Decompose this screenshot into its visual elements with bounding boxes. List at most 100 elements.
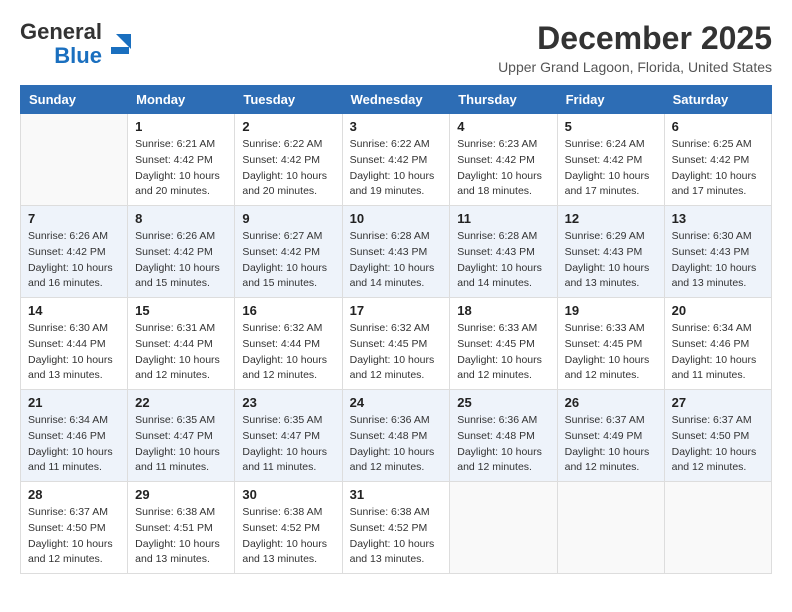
- day-number: 29: [135, 487, 227, 502]
- calendar-cell: 5 Sunrise: 6:24 AMSunset: 4:42 PMDaylight…: [557, 114, 664, 206]
- day-info: Sunrise: 6:24 AMSunset: 4:42 PMDaylight:…: [565, 137, 657, 200]
- calendar-week-row: 21Sunrise: 6:34 AMSunset: 4:46 PMDayligh…: [21, 390, 772, 482]
- day-info: Sunrise: 6:37 AMSunset: 4:50 PMDaylight:…: [28, 505, 120, 568]
- calendar-cell: 10Sunrise: 6:28 AMSunset: 4:43 PMDayligh…: [342, 206, 450, 298]
- calendar-cell: 2Sunrise: 6:22 AMSunset: 4:42 PMDaylight…: [235, 114, 342, 206]
- day-number: 5: [565, 119, 657, 134]
- weekday-header-monday: Monday: [128, 86, 235, 114]
- calendar-cell: 21Sunrise: 6:34 AMSunset: 4:46 PMDayligh…: [21, 390, 128, 482]
- calendar-table: SundayMondayTuesdayWednesdayThursdayFrid…: [20, 85, 772, 574]
- day-info: Sunrise: 6:33 AMSunset: 4:45 PMDaylight:…: [565, 321, 657, 384]
- calendar-cell: 30 Sunrise: 6:38 AMSunset: 4:52 PMDayligh…: [235, 482, 342, 574]
- day-info: Sunrise: 6:29 AMSunset: 4:43 PMDaylight:…: [565, 229, 657, 292]
- day-number: 15: [135, 303, 227, 318]
- calendar-cell: 27Sunrise: 6:37 AMSunset: 4:50 PMDayligh…: [664, 390, 771, 482]
- day-number: 23: [242, 395, 334, 410]
- day-info: Sunrise: 6:36 AMSunset: 4:48 PMDaylight:…: [457, 413, 549, 476]
- calendar-cell: [664, 482, 771, 574]
- day-number: 12: [565, 211, 657, 226]
- day-number: 20: [672, 303, 764, 318]
- month-title: December 2025: [498, 20, 772, 57]
- day-number: 13: [672, 211, 764, 226]
- day-number: 8: [135, 211, 227, 226]
- day-info: Sunrise: 6:26 AMSunset: 4:42 PMDaylight:…: [135, 229, 227, 292]
- calendar-cell: 29 Sunrise: 6:38 AMSunset: 4:51 PMDayligh…: [128, 482, 235, 574]
- day-info: Sunrise: 6:25 AMSunset: 4:42 PMDaylight:…: [672, 137, 764, 200]
- day-number: 30: [242, 487, 334, 502]
- logo-icon: [106, 29, 136, 59]
- calendar-cell: [450, 482, 557, 574]
- calendar-header-row: SundayMondayTuesdayWednesdayThursdayFrid…: [21, 86, 772, 114]
- weekday-header-wednesday: Wednesday: [342, 86, 450, 114]
- calendar-cell: [21, 114, 128, 206]
- day-info: Sunrise: 6:38 AMSunset: 4:52 PMDaylight:…: [242, 505, 334, 568]
- day-info: Sunrise: 6:23 AMSunset: 4:42 PMDaylight:…: [457, 137, 549, 200]
- calendar-week-row: 14 Sunrise: 6:30 AMSunset: 4:44 PMDayligh…: [21, 298, 772, 390]
- weekday-header-friday: Friday: [557, 86, 664, 114]
- calendar-cell: [557, 482, 664, 574]
- day-number: 9: [242, 211, 334, 226]
- logo-blue: Blue: [54, 44, 102, 68]
- day-number: 6: [672, 119, 764, 134]
- day-info: Sunrise: 6:33 AMSunset: 4:45 PMDaylight:…: [457, 321, 549, 384]
- day-info: Sunrise: 6:34 AMSunset: 4:46 PMDaylight:…: [672, 321, 764, 384]
- calendar-cell: 20 Sunrise: 6:34 AMSunset: 4:46 PMDayligh…: [664, 298, 771, 390]
- day-info: Sunrise: 6:38 AMSunset: 4:51 PMDaylight:…: [135, 505, 227, 568]
- day-info: Sunrise: 6:21 AMSunset: 4:42 PMDaylight:…: [135, 137, 227, 200]
- day-number: 25: [457, 395, 549, 410]
- calendar-cell: 22Sunrise: 6:35 AMSunset: 4:47 PMDayligh…: [128, 390, 235, 482]
- calendar-cell: 7 Sunrise: 6:26 AMSunset: 4:42 PMDaylight…: [21, 206, 128, 298]
- title-block: December 2025 Upper Grand Lagoon, Florid…: [498, 20, 772, 75]
- day-info: Sunrise: 6:36 AMSunset: 4:48 PMDaylight:…: [350, 413, 443, 476]
- calendar-cell: 8 Sunrise: 6:26 AMSunset: 4:42 PMDaylight…: [128, 206, 235, 298]
- calendar-cell: 18 Sunrise: 6:33 AMSunset: 4:45 PMDayligh…: [450, 298, 557, 390]
- day-info: Sunrise: 6:35 AMSunset: 4:47 PMDaylight:…: [135, 413, 227, 476]
- calendar-cell: 6 Sunrise: 6:25 AMSunset: 4:42 PMDaylight…: [664, 114, 771, 206]
- day-number: 18: [457, 303, 549, 318]
- day-info: Sunrise: 6:27 AMSunset: 4:42 PMDaylight:…: [242, 229, 334, 292]
- day-number: 3: [350, 119, 443, 134]
- day-info: Sunrise: 6:22 AMSunset: 4:42 PMDaylight:…: [350, 137, 443, 200]
- day-number: 4: [457, 119, 549, 134]
- day-number: 14: [28, 303, 120, 318]
- day-info: Sunrise: 6:32 AMSunset: 4:44 PMDaylight:…: [242, 321, 334, 384]
- calendar-cell: 1 Sunrise: 6:21 AMSunset: 4:42 PMDaylight…: [128, 114, 235, 206]
- weekday-header-sunday: Sunday: [21, 86, 128, 114]
- day-number: 28: [28, 487, 120, 502]
- day-number: 16: [242, 303, 334, 318]
- day-number: 19: [565, 303, 657, 318]
- weekday-header-tuesday: Tuesday: [235, 86, 342, 114]
- day-number: 31: [350, 487, 443, 502]
- calendar-cell: 16 Sunrise: 6:32 AMSunset: 4:44 PMDayligh…: [235, 298, 342, 390]
- calendar-week-row: 7 Sunrise: 6:26 AMSunset: 4:42 PMDaylight…: [21, 206, 772, 298]
- day-info: Sunrise: 6:30 AMSunset: 4:43 PMDaylight:…: [672, 229, 764, 292]
- calendar-cell: 26Sunrise: 6:37 AMSunset: 4:49 PMDayligh…: [557, 390, 664, 482]
- day-number: 2: [242, 119, 334, 134]
- calendar-cell: 9 Sunrise: 6:27 AMSunset: 4:42 PMDaylight…: [235, 206, 342, 298]
- calendar-cell: 23Sunrise: 6:35 AMSunset: 4:47 PMDayligh…: [235, 390, 342, 482]
- day-number: 17: [350, 303, 443, 318]
- day-info: Sunrise: 6:32 AMSunset: 4:45 PMDaylight:…: [350, 321, 443, 384]
- day-info: Sunrise: 6:26 AMSunset: 4:42 PMDaylight:…: [28, 229, 120, 292]
- weekday-header-saturday: Saturday: [664, 86, 771, 114]
- day-info: Sunrise: 6:28 AMSunset: 4:43 PMDaylight:…: [457, 229, 549, 292]
- calendar-cell: 28 Sunrise: 6:37 AMSunset: 4:50 PMDayligh…: [21, 482, 128, 574]
- day-info: Sunrise: 6:37 AMSunset: 4:49 PMDaylight:…: [565, 413, 657, 476]
- calendar-cell: 4 Sunrise: 6:23 AMSunset: 4:42 PMDaylight…: [450, 114, 557, 206]
- location: Upper Grand Lagoon, Florida, United Stat…: [498, 59, 772, 75]
- calendar-cell: 17 Sunrise: 6:32 AMSunset: 4:45 PMDayligh…: [342, 298, 450, 390]
- calendar-cell: 19 Sunrise: 6:33 AMSunset: 4:45 PMDayligh…: [557, 298, 664, 390]
- calendar-cell: 25 Sunrise: 6:36 AMSunset: 4:48 PMDayligh…: [450, 390, 557, 482]
- day-number: 24: [350, 395, 443, 410]
- day-info: Sunrise: 6:31 AMSunset: 4:44 PMDaylight:…: [135, 321, 227, 384]
- calendar-week-row: 1 Sunrise: 6:21 AMSunset: 4:42 PMDaylight…: [21, 114, 772, 206]
- day-number: 10: [350, 211, 443, 226]
- calendar-week-row: 28 Sunrise: 6:37 AMSunset: 4:50 PMDayligh…: [21, 482, 772, 574]
- calendar-cell: 12 Sunrise: 6:29 AMSunset: 4:43 PMDayligh…: [557, 206, 664, 298]
- day-number: 27: [672, 395, 764, 410]
- day-number: 1: [135, 119, 227, 134]
- calendar-cell: 13 Sunrise: 6:30 AMSunset: 4:43 PMDayligh…: [664, 206, 771, 298]
- day-number: 7: [28, 211, 120, 226]
- day-info: Sunrise: 6:30 AMSunset: 4:44 PMDaylight:…: [28, 321, 120, 384]
- page-header: General Blue December 2025 Upper Grand L…: [20, 20, 772, 75]
